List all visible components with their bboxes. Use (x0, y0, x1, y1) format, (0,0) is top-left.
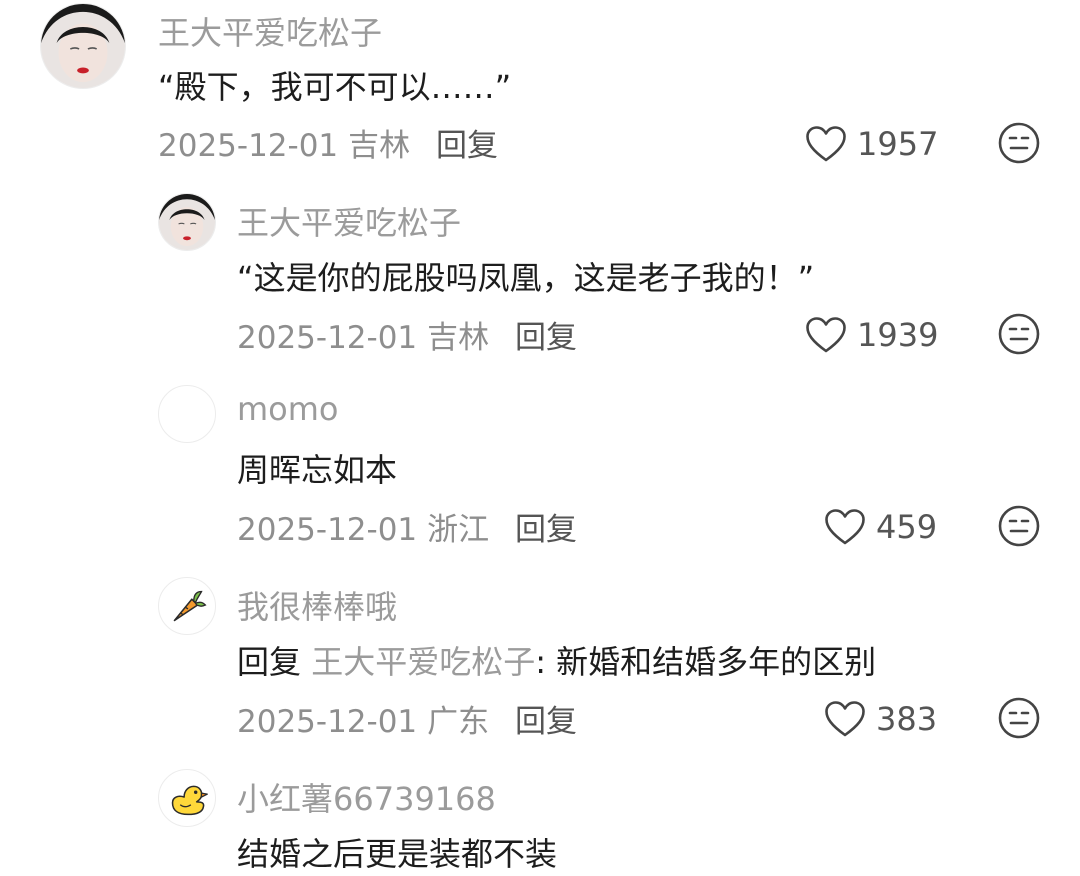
like-count: 383 (876, 700, 938, 738)
username[interactable]: 王大平爱吃松子 (237, 198, 461, 244)
dislike-button[interactable] (997, 504, 1041, 548)
like-button[interactable]: 1939 (805, 313, 938, 357)
comment-text: “殿下，我可不可以……” (158, 68, 512, 106)
comment-text: 结婚之后更是装都不装 (237, 835, 558, 873)
reply-button[interactable]: 回复 (515, 704, 577, 740)
comment-text: “这是你的屁股吗凤凰，这是老子我的！” (237, 259, 815, 297)
comment-location: 浙江 (427, 512, 490, 548)
comment-meta: 2025-12-01 浙江 回复 (237, 504, 577, 549)
like-count: 1957 (857, 125, 939, 163)
avatar[interactable] (158, 193, 216, 251)
comment-location: 广东 (427, 704, 490, 740)
like-count: 1939 (857, 316, 939, 354)
comment-meta: 2025-12-01 广东 回复 (237, 696, 577, 741)
comment-location: 吉林 (348, 128, 411, 164)
like-button[interactable]: 383 (824, 697, 937, 741)
dislike-button[interactable] (997, 696, 1041, 740)
reply-button[interactable]: 回复 (515, 320, 577, 356)
neutral-face-icon (998, 505, 1040, 547)
neutral-face-icon (998, 122, 1040, 164)
user-photo-icon (41, 4, 125, 88)
like-button[interactable]: 1957 (805, 122, 938, 166)
dislike-button[interactable] (997, 312, 1041, 356)
avatar[interactable] (158, 769, 216, 827)
reply-target-username[interactable]: 王大平爱吃松子 (311, 643, 535, 681)
user-photo-icon (159, 194, 215, 250)
heart-outline-icon (825, 509, 865, 545)
like-button[interactable]: 459 (824, 505, 937, 549)
carrot-icon (173, 590, 207, 622)
username[interactable]: 王大平爱吃松子 (158, 8, 382, 54)
comment-text: 回复 王大平爱吃松子: 新婚和结婚多年的区别 (237, 637, 876, 683)
like-count: 459 (876, 508, 938, 546)
avatar[interactable] (158, 577, 216, 635)
comment-location: 吉林 (427, 320, 490, 356)
neutral-face-icon (998, 697, 1040, 739)
comment-meta: 2025-12-01 吉林 回复 (237, 312, 577, 357)
dislike-button[interactable] (997, 121, 1041, 165)
reply-button[interactable]: 回复 (436, 128, 498, 164)
comment-date: 2025-12-01 (158, 128, 339, 164)
heart-outline-icon (825, 701, 865, 737)
comment-date: 2025-12-01 (237, 512, 418, 548)
reply-button[interactable]: 回复 (515, 512, 577, 548)
username[interactable]: 我很棒棒哦 (237, 582, 397, 628)
neutral-face-icon (998, 313, 1040, 355)
username[interactable]: momo (237, 390, 339, 428)
username[interactable]: 小红薯66739168 (237, 774, 496, 820)
reply-prefix: 回复 (237, 643, 302, 681)
reply-text: : 新婚和结婚多年的区别 (535, 643, 877, 681)
avatar[interactable] (40, 3, 126, 89)
comment-meta: 2025-12-01 吉林 回复 (158, 120, 498, 165)
heart-outline-icon (806, 317, 846, 353)
comment-date: 2025-12-01 (237, 320, 418, 356)
avatar[interactable] (158, 385, 216, 443)
comment-date: 2025-12-01 (237, 704, 418, 740)
duck-icon (171, 785, 208, 816)
comment-text: 周晖忘如本 (237, 451, 398, 489)
heart-outline-icon (806, 126, 846, 162)
